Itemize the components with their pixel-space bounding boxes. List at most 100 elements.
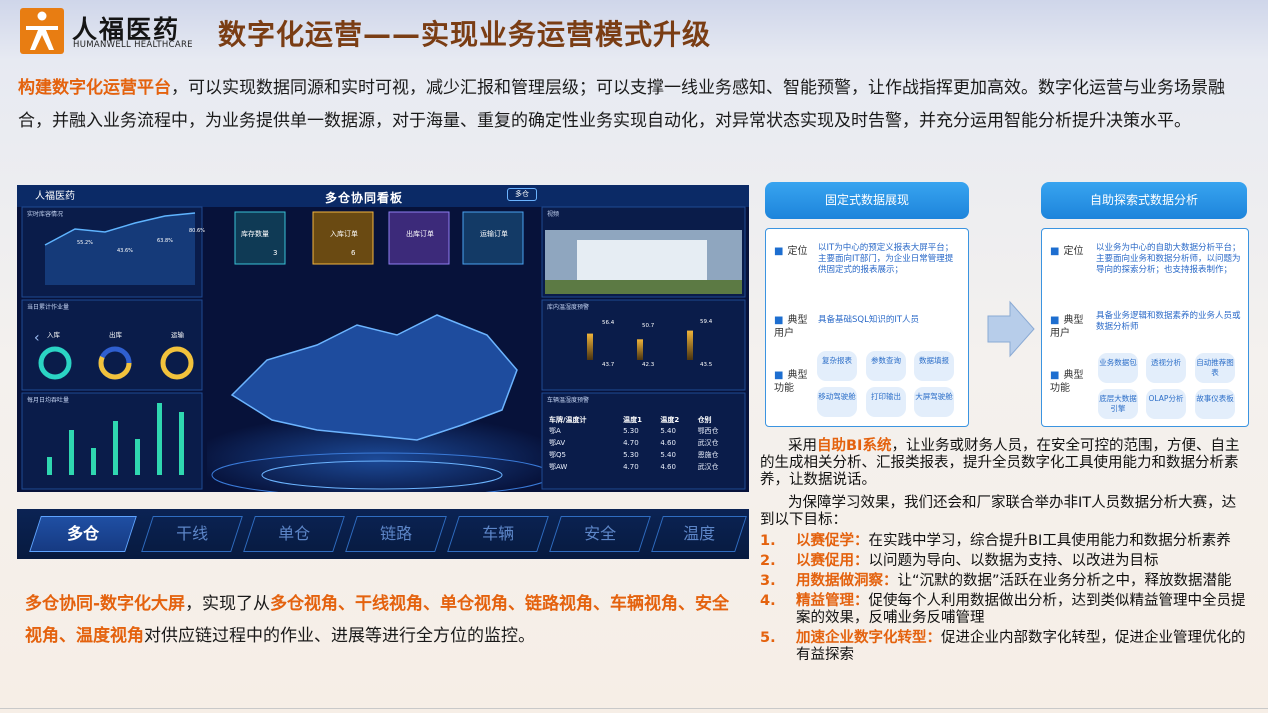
daily-bar xyxy=(47,457,52,475)
dash-ops-title: 当日累计作业量 xyxy=(27,304,70,311)
gauge-label-out: 出库 xyxy=(109,331,122,339)
footer-divider xyxy=(0,708,1268,709)
temp-top-1: 56.4 xyxy=(602,320,615,326)
self-service-header: 自助探索式数据分析 xyxy=(1041,182,1247,219)
person-logo-icon xyxy=(26,11,58,50)
list-item: 1. 以赛促学：在实践中学习，综合提升BI工具使用能力和数据分析素养 xyxy=(760,533,1250,550)
screen-description: 多仓协同-数字化大屏，实现了从多仓视角、干线视角、单仓视角、链路视角、车辆视角、… xyxy=(25,588,735,652)
tab-label: 链路 xyxy=(380,524,413,543)
tab-trunk-line[interactable]: 干线 xyxy=(141,516,243,552)
vehicle-col-wh: 仓别 xyxy=(697,416,712,424)
explore-row-label: ■ 定位 xyxy=(1050,246,1084,257)
tab-single-warehouse[interactable]: 单仓 xyxy=(243,516,345,552)
dash-daily-title: 每月日均吞吐量 xyxy=(27,397,70,404)
fixed-feature-pill: 参数查询 xyxy=(866,351,906,381)
temp-bar xyxy=(587,333,593,360)
dash-trend-title: 实时库容情况 xyxy=(27,211,64,218)
tab-temperature[interactable]: 温度 xyxy=(651,516,747,552)
goal-number: 2. xyxy=(760,553,776,569)
list-item: 2. 以赛促用：以问题为导向、以数据为支持、以改进为目标 xyxy=(760,553,1250,570)
explore-feature-pill: 透视分析 xyxy=(1146,353,1186,383)
fixed-display-panel: ■ 定位 以IT为中心的预定义报表大屏平台；主要面向IT部门，为企业日常管理提供固… xyxy=(765,228,969,427)
tab-label: 单仓 xyxy=(278,524,311,543)
table-cell: 5.30 xyxy=(623,451,639,459)
table-cell: 恩施仓 xyxy=(697,451,719,459)
fixed-row-label: ■ 典型用户 xyxy=(774,315,808,339)
table-cell: 5.40 xyxy=(660,427,676,435)
bi-paragraph-2: 为保障学习效果，我们还会和厂家联合举办非IT人员数据分析大赛，达到以下目标： xyxy=(760,495,1237,528)
goal-number: 3. xyxy=(760,573,776,589)
table-cell: 鄂西仓 xyxy=(697,427,719,435)
screen-text-2: 对供应链过程中的作业、进展等进行全方位的监控。 xyxy=(144,626,535,646)
table-cell: 5.40 xyxy=(660,451,676,459)
table-cell: 鄂AV xyxy=(549,439,566,447)
temp-top-3: 59.4 xyxy=(700,319,713,325)
goal-heading: 以赛促用： xyxy=(796,553,869,569)
goal-list: 1. 以赛促学：在实践中学习，综合提升BI工具使用能力和数据分析素养 2. 以赛促用… xyxy=(760,533,1250,667)
list-item: 5. 加速企业数字化转型：促进企业内部数字化转型，促进企业管理优化的有益探索 xyxy=(760,630,1250,664)
daily-bar xyxy=(69,430,74,475)
dash-nav-multi[interactable]: 多仓 xyxy=(507,188,537,201)
explore-positioning-text: 以业务为中心的自助大数据分析平台；主要面向业务和数据分析师，以问题为导向的探索分… xyxy=(1096,243,1241,275)
list-item: 3. 用数据做洞察：让“沉默的数据”活跃在业务分析之中，释放数据潜能 xyxy=(760,573,1250,590)
kpi-value-1: 3 xyxy=(273,249,278,257)
kpi-value-2: 6 xyxy=(351,249,356,257)
dash-prev-arrow-icon[interactable]: ‹ xyxy=(34,330,40,346)
intro-paragraph: 构建数字化运营平台，可以实现数据同源和实时可视，减少汇报和管理层级；可以支撑一线… xyxy=(18,72,1253,138)
temp-bottom-3: 43.5 xyxy=(700,362,713,368)
list-item: 4. 精益管理：促使每个人利用数据做出分析，达到类似精益管理中全员提案的效果，反哺… xyxy=(760,593,1250,627)
fixed-feature-pill: 移动驾驶舱 xyxy=(817,387,857,417)
tab-label: 安全 xyxy=(584,524,617,543)
brand-name-en: HUMANWELL HEALTHCARE xyxy=(73,40,193,50)
explore-users-text: 具备业务逻辑和数据素养的业务人员或数据分析师 xyxy=(1096,311,1241,332)
goal-heading: 以赛促学： xyxy=(796,533,869,549)
tab-label: 多仓 xyxy=(67,524,100,543)
kpi-label-3: 出库订单 xyxy=(406,230,434,238)
explore-feature-pill: 业务数据包 xyxy=(1098,353,1138,383)
trend-label-1: 55.2% xyxy=(77,240,93,246)
fixed-positioning-text: 以IT为中心的预定义报表大屏平台；主要面向IT部门，为企业日常管理提供固定式的报… xyxy=(818,243,954,275)
table-cell: 武汉仓 xyxy=(697,439,719,447)
fixed-feature-pill: 复杂报表 xyxy=(817,351,857,381)
intro-highlight: 构建数字化运营平台 xyxy=(18,78,171,98)
table-row: 鄂AV 4.70 4.60 武汉仓 xyxy=(549,437,739,449)
temp-top-2: 50.7 xyxy=(642,323,655,329)
table-row: 鄂AW 4.70 4.60 武汉仓 xyxy=(549,461,739,473)
goal-text: 以问题为导向、以数据为支持、以改进为目标 xyxy=(868,553,1159,569)
goal-heading: 用数据做洞察： xyxy=(796,573,898,589)
fixed-row-label: ■ 典型功能 xyxy=(774,370,808,394)
dash-temp-title: 库内温湿度预警 xyxy=(547,304,590,311)
tab-safety[interactable]: 安全 xyxy=(549,516,651,552)
label-text: 定位 xyxy=(787,246,808,257)
kpi-label-2: 入库订单 xyxy=(330,230,358,238)
vehicle-col-plate: 车牌/温度计 xyxy=(549,416,587,424)
fixed-users-text: 具备基础SQL知识的IT人员 xyxy=(818,315,920,325)
trend-label-3: 63.8% xyxy=(157,238,173,244)
fixed-feature-pill: 大屏驾驶舱 xyxy=(914,387,954,417)
table-cell: 5.30 xyxy=(623,427,639,435)
tab-link[interactable]: 链路 xyxy=(345,516,447,552)
explore-feature-pill: OLAP分析 xyxy=(1146,389,1186,419)
tab-multi-warehouse[interactable]: 多仓 xyxy=(29,516,137,552)
tab-label: 车辆 xyxy=(482,524,515,543)
vehicle-col-t2: 温度2 xyxy=(660,416,680,424)
explore-feature-pill: 底层大数据引擎 xyxy=(1098,389,1138,419)
goal-text: 让“沉默的数据”活跃在业务分析之中，释放数据潜能 xyxy=(897,573,1232,589)
screen-highlight-1: 多仓协同-数字化大屏 xyxy=(25,594,186,614)
dash-video-title: 视频 xyxy=(547,211,560,218)
dash-logo: 人福医药 xyxy=(35,191,75,202)
tab-vehicle[interactable]: 车辆 xyxy=(447,516,549,552)
page-title: 数字化运营——实现业务运营模式升级 xyxy=(218,18,712,51)
table-cell: 4.70 xyxy=(623,463,639,471)
daily-bar xyxy=(91,448,96,475)
temp-bottom-2: 42.3 xyxy=(642,362,655,368)
dashboard-screenshot: 人福医药 多仓协同看板 多仓 实时库容情况 当日累计作业量 每月日均吞吐量 视频… xyxy=(17,185,749,492)
temp-bar xyxy=(687,330,693,360)
self-service-panel: ■ 定位 以业务为中心的自助大数据分析平台；主要面向业务和数据分析师，以问题为导向… xyxy=(1041,228,1249,427)
goal-text: 在实践中学习，综合提升BI工具使用能力和数据分析素养 xyxy=(868,533,1231,549)
daily-bar xyxy=(113,421,118,475)
screen-text-1: ，实现了从 xyxy=(185,594,271,614)
trend-label-4: 80.6% xyxy=(189,228,205,234)
table-cell: 鄂A xyxy=(549,427,561,435)
vehicle-temp-table: 车牌/温度计 温度1 温度2 仓别 鄂A 5.30 5.40 鄂西仓 鄂AV 4… xyxy=(549,415,739,473)
